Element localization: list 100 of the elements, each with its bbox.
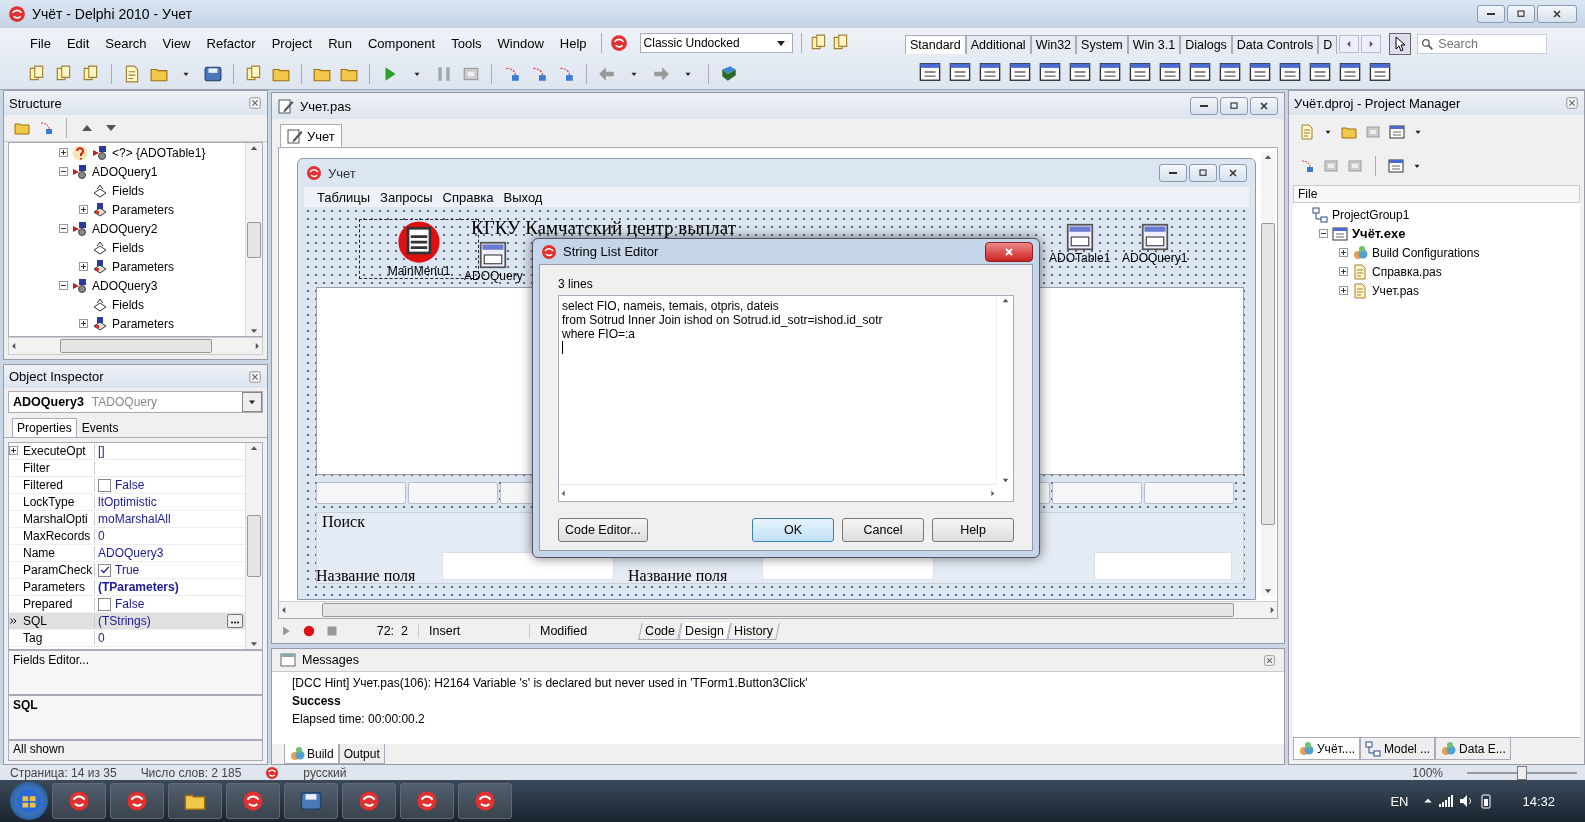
property-row[interactable]: MarshalOpti moMarshalAll [9, 511, 245, 529]
tree-item[interactable]: Fields [112, 240, 144, 255]
panel-tab[interactable]: Model ... [1360, 738, 1436, 760]
tree-item[interactable]: Build Configurations [1372, 245, 1480, 260]
page-count: Страница: 14 из 35 [10, 765, 117, 780]
message-tab[interactable]: Build [284, 744, 339, 764]
word-count: Число слов: 2 185 [140, 765, 242, 780]
page-tab[interactable]: Учет [280, 124, 342, 147]
palette-tab[interactable]: Additional [965, 34, 1031, 54]
view-tab[interactable]: History [727, 622, 780, 640]
property-row[interactable]: Filtered False [9, 477, 245, 495]
tree-item[interactable]: ADOQuery1 [92, 164, 158, 179]
panel-title: Messages [302, 653, 359, 667]
property-row[interactable]: SQL (TStrings) [9, 613, 245, 631]
window-title: Учёт - Delphi 2010 - Учет [32, 6, 193, 22]
menu-item[interactable]: Edit [60, 33, 96, 53]
tree-item[interactable]: Fields [112, 297, 144, 312]
object-selector[interactable]: ADOQuery3 TADOQuery [8, 391, 263, 414]
tree-item[interactable]: Учет.pas [1372, 283, 1419, 298]
form-menu-item[interactable]: Справка [437, 189, 499, 205]
component-label[interactable]: ADOQuery1 [1122, 251, 1188, 265]
zoom-level: 100% [1412, 765, 1443, 780]
property-row[interactable]: Filter [9, 460, 245, 478]
field-label: Название поля [316, 567, 416, 585]
dialog-button[interactable]: Help [932, 518, 1014, 542]
text-editor[interactable]: select FIO, nameis, temais, otpris, dateis from Sotrud Inner Join ishod on Sotrud.id_sotr=ishod.id_sotr where FIO=:a [558, 295, 1014, 502]
palette-tab[interactable]: Data Controls [1231, 34, 1319, 54]
menu-item[interactable]: Component [362, 33, 442, 53]
view-tab[interactable]: Code [638, 622, 682, 640]
panel-tab[interactable]: Учёт.... [1293, 738, 1361, 760]
filter-status: All shown [13, 742, 65, 757]
search-field[interactable]: Search [1417, 34, 1548, 54]
tree-item[interactable]: ADOQuery2 [92, 221, 158, 236]
tree-item[interactable]: ProjectGroup1 [1332, 207, 1410, 222]
dialog-button[interactable]: OK [752, 518, 834, 542]
property-row[interactable]: Name ADOQuery3 [9, 545, 245, 563]
component-label[interactable]: ADOTable1 [1049, 251, 1111, 265]
menu-item[interactable]: View [156, 33, 197, 53]
property-row[interactable]: MaxRecords 0 [9, 528, 245, 546]
palette-tab[interactable]: Win32 [1030, 34, 1077, 54]
inspector-tab[interactable]: Properties [12, 418, 77, 438]
palette-tab[interactable]: System [1076, 34, 1128, 54]
palette-tab[interactable]: Standard [905, 34, 966, 54]
menu-item[interactable]: Window [491, 33, 550, 53]
menu-item[interactable]: Search [99, 33, 153, 53]
dialog-title: String List Editor [563, 244, 659, 259]
panel-tab[interactable]: Data E... [1435, 738, 1511, 760]
message-tab[interactable]: Output [338, 744, 385, 764]
menu-item[interactable]: Project [265, 33, 319, 53]
property-row[interactable]: ExecuteOpt [] [9, 443, 245, 461]
property-row[interactable]: Parameters (TParameters) [9, 579, 245, 597]
cursor-position: 72: 2 [375, 624, 408, 638]
component-label[interactable]: MainMenu1 [387, 264, 451, 278]
field-label: Название поля [628, 567, 728, 585]
tree-item[interactable]: <?> {ADOTable1} [112, 145, 206, 160]
property-row[interactable]: ParamCheck True [9, 562, 245, 580]
form-menu-item[interactable]: Таблицы [312, 189, 376, 205]
file-tab[interactable]: Учет.pas [300, 98, 351, 114]
panel-title: Учёт.dproj - Project Manager [1294, 95, 1461, 111]
property-row[interactable]: Tag 0 [9, 630, 245, 648]
language-label: русский [303, 765, 347, 780]
modified-status: Modified [529, 624, 630, 638]
tree-item[interactable]: Parameters [112, 316, 175, 331]
view-tab[interactable]: Design [678, 622, 731, 640]
component-label[interactable]: ADOQuery [464, 269, 523, 283]
form-menu-item[interactable]: Выход [498, 189, 548, 205]
message-line: [DCC Hint] Учет.pas(106): H2164 Variable 's' is declared but never used in 'TForm1.Button3Click' [292, 676, 809, 690]
line-count: 3 lines [558, 277, 594, 291]
keyboard-language[interactable]: EN [1390, 793, 1409, 809]
tree-item[interactable]: Учёт.exe [1352, 226, 1406, 241]
tree-item[interactable]: ADOQuery3 [92, 278, 158, 293]
menu-item[interactable]: File [24, 33, 57, 53]
fields-editor-link[interactable]: Fields Editor... [13, 653, 90, 668]
clock[interactable]: 14:32 [1522, 793, 1555, 809]
palette-tab[interactable]: Dialogs [1180, 34, 1232, 54]
panel-title: Object Inspector [9, 369, 104, 385]
form-menu-item[interactable]: Запросы [375, 189, 438, 205]
palette-tab[interactable]: D [1318, 34, 1338, 54]
inspector-tab[interactable]: Events [76, 418, 124, 438]
form-heading: КГКУ Камчатский центр выплат [471, 217, 736, 239]
menu-item[interactable]: Tools [445, 33, 488, 53]
column-header[interactable]: File [1298, 187, 1318, 201]
menu-item[interactable]: Refactor [200, 33, 262, 53]
group-label: Поиск [322, 513, 365, 531]
panel-title: Structure [9, 95, 62, 111]
palette-tab[interactable]: Win 3.1 [1127, 34, 1181, 54]
dialog-button[interactable]: Cancel [842, 518, 924, 542]
tree-item[interactable]: Parameters [112, 202, 175, 217]
layout-combo[interactable]: Classic Undocked [639, 33, 793, 54]
menu-item[interactable]: Run [322, 33, 358, 53]
property-description: SQL [13, 698, 38, 713]
tree-item[interactable]: Fields [112, 183, 144, 198]
property-row[interactable]: LockType ltOptimistic [9, 494, 245, 512]
tree-item[interactable]: Parameters [112, 259, 175, 274]
message-line: Elapsed time: 00:00:00.2 [292, 712, 426, 726]
dialog-button[interactable]: Code Editor... [558, 518, 648, 542]
message-line: Success [292, 694, 342, 708]
menu-item[interactable]: Help [553, 33, 593, 53]
insert-mode: Insert [418, 624, 519, 638]
tree-item[interactable]: Справка.pas [1372, 264, 1442, 279]
